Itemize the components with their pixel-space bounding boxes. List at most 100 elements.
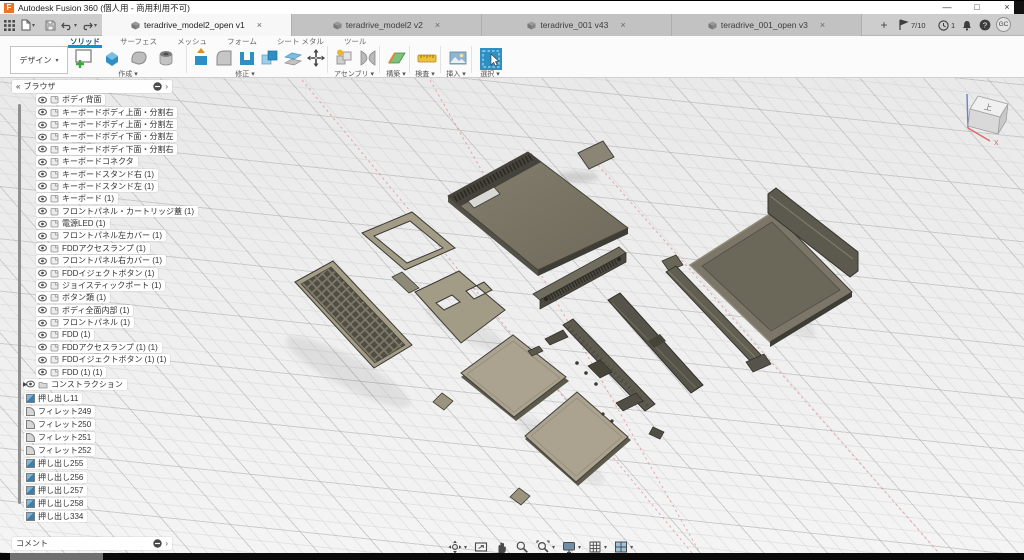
pan-button[interactable] — [495, 540, 508, 554]
workspace-selector[interactable]: デザイン ▾ — [10, 46, 68, 74]
document-tab[interactable]: teradrive_model2_open v1 × — [102, 14, 292, 36]
browser-component-row[interactable]: キーボード (1) — [36, 193, 185, 204]
panel-visibility-icon[interactable] — [153, 82, 162, 91]
data-panel-toggle-icon[interactable] — [4, 17, 15, 33]
file-menu-icon[interactable]: ▾ — [21, 17, 35, 33]
maximize-button[interactable]: □ — [964, 1, 990, 14]
visibility-eye-icon[interactable] — [38, 220, 47, 228]
visibility-eye-icon[interactable] — [38, 121, 47, 129]
browser-feature-row[interactable]: 押し出し257 — [24, 484, 185, 496]
browser-component-row[interactable]: フロントパネル・カートリッジ蓋 (1) — [36, 206, 185, 217]
browser-scrollbar[interactable] — [18, 104, 21, 504]
tab-close-icon[interactable]: × — [257, 20, 262, 30]
tab-close-icon[interactable]: × — [435, 20, 440, 30]
orbit-button[interactable]: ▾ — [448, 540, 467, 554]
visibility-eye-icon[interactable] — [38, 356, 47, 364]
browser-component-row[interactable]: フロントパネル左カバー (1) — [36, 230, 185, 241]
visibility-eye-icon[interactable] — [38, 145, 47, 153]
visibility-eye-icon[interactable] — [38, 257, 47, 265]
bell-icon[interactable] — [962, 17, 972, 33]
browser-component-row[interactable]: キーボードスタンド左 (1) — [36, 181, 185, 192]
browser-component-row[interactable]: 電源LED (1) — [36, 218, 185, 229]
look-at-button[interactable] — [474, 540, 488, 554]
visibility-eye-icon[interactable] — [38, 343, 47, 351]
new-tab-button[interactable]: + — [876, 17, 892, 33]
document-tab[interactable]: teradrive_001_open v3 × — [672, 14, 862, 36]
tab-close-icon[interactable]: × — [620, 20, 625, 30]
browser-component-row[interactable]: キーボードスタンド右 (1) — [36, 168, 185, 179]
visibility-eye-icon[interactable] — [38, 281, 47, 289]
expand-arrow-icon[interactable]: ▶ — [23, 381, 28, 388]
visibility-eye-icon[interactable] — [38, 108, 47, 116]
browser-component-row[interactable]: キーボードコネクタ — [36, 156, 185, 167]
create-sketch-icon[interactable] — [72, 47, 96, 74]
viewports-button[interactable]: ▾ — [614, 540, 633, 554]
minimize-button[interactable]: — — [934, 1, 960, 14]
visibility-eye-icon[interactable] — [38, 96, 47, 104]
help-button[interactable]: ? — [979, 17, 991, 33]
ribbon-tab[interactable]: フォーム — [225, 36, 259, 45]
ribbon-tab[interactable]: ソリッド — [68, 36, 102, 45]
visibility-eye-icon[interactable] — [38, 269, 47, 277]
undo-icon[interactable]: ▾ — [61, 17, 77, 33]
browser-component-row[interactable]: ボディ背面 — [36, 94, 185, 105]
visibility-eye-icon[interactable] — [38, 306, 47, 314]
browser-component-row[interactable]: ジョイスティックポート (1) — [36, 280, 185, 291]
browser-component-row[interactable]: FDDアクセスランプ (1) — [36, 243, 185, 254]
browser-component-row[interactable]: キーボードボディ上面・分割左 — [36, 119, 185, 130]
visibility-eye-icon[interactable] — [38, 133, 47, 141]
grid-settings-button[interactable]: ▾ — [588, 540, 607, 554]
visibility-eye-icon[interactable] — [38, 319, 47, 327]
visibility-eye-icon[interactable] — [38, 244, 47, 252]
browser-feature-row[interactable]: フィレット251 — [24, 432, 185, 444]
ribbon-tab[interactable]: シート メタル — [275, 36, 326, 45]
visibility-eye-icon[interactable] — [38, 294, 47, 302]
zoom-button[interactable] — [515, 540, 529, 554]
redo-icon[interactable]: ▾ — [81, 17, 97, 33]
browser-feature-row[interactable]: 押し出し11 — [24, 392, 185, 404]
browser-feature-row[interactable]: 押し出し255 — [24, 458, 185, 470]
browser-component-row[interactable]: FDD (1) (1) — [36, 366, 185, 377]
avatar[interactable]: GC — [996, 17, 1011, 32]
job-status-badge[interactable]: 7/10 — [898, 17, 926, 33]
browser-component-row[interactable]: キーボードボディ下面・分割左 — [36, 131, 185, 142]
browser-component-row[interactable]: フロントパネル右カバー (1) — [36, 255, 185, 266]
browser-component-row[interactable]: キーボードボディ上面・分割右 — [36, 107, 185, 118]
visibility-eye-icon[interactable] — [38, 182, 47, 190]
panel-toggle-icon[interactable]: › — [165, 539, 168, 548]
browser-panel-header[interactable]: « ブラウザ › — [12, 80, 172, 93]
browser-feature-row[interactable]: 押し出し256 — [24, 471, 185, 483]
browser-component-row[interactable]: FDDイジェクトボタン (1) — [36, 267, 185, 278]
browser-feature-row[interactable]: 押し出し334 — [24, 511, 185, 523]
browser-feature-row[interactable]: フィレット252 — [24, 445, 185, 457]
visibility-eye-icon[interactable] — [38, 158, 47, 166]
fit-button[interactable]: ▾ — [536, 540, 555, 554]
collapse-arrows-icon[interactable]: « — [16, 82, 20, 91]
browser-feature-row[interactable]: フィレット250 — [24, 418, 185, 430]
document-tab[interactable]: teradrive_model2 v2 × — [292, 14, 482, 36]
browser-component-row[interactable]: ボディ全面内部 (1) — [36, 305, 185, 316]
visibility-eye-icon[interactable] — [38, 368, 47, 376]
visibility-eye-icon[interactable] — [38, 195, 47, 203]
browser-component-row[interactable]: フロントパネル (1) — [36, 317, 185, 328]
tab-close-icon[interactable]: × — [820, 20, 825, 30]
browser-component-row[interactable]: キーボードボディ下面・分割右 — [36, 144, 185, 155]
notification-center[interactable]: 1 — [938, 17, 955, 33]
browser-construction-row[interactable]: ▶ コンストラクション — [24, 379, 185, 390]
visibility-eye-icon[interactable] — [38, 170, 47, 178]
visibility-eye-icon[interactable] — [38, 232, 47, 240]
press-pull-icon[interactable] — [190, 47, 212, 74]
browser-component-row[interactable]: FDDアクセスランプ (1) (1) — [36, 342, 185, 353]
ribbon-tab[interactable]: ツール — [342, 36, 369, 45]
visibility-eye-icon[interactable] — [38, 331, 47, 339]
browser-component-row[interactable]: FDDイジェクトボタン (1) (1) — [36, 354, 185, 365]
panel-visibility-icon[interactable] — [153, 539, 162, 548]
browser-feature-row[interactable]: 押し出し258 — [24, 498, 185, 510]
browser-feature-row[interactable]: フィレット249 — [24, 405, 185, 417]
view-cube[interactable]: X 上 — [930, 82, 1024, 152]
panel-toggle-icon[interactable]: › — [165, 82, 168, 91]
document-tab[interactable]: teradrive_001 v43 × — [482, 14, 672, 36]
browser-component-row[interactable]: ボタン類 (1) — [36, 292, 185, 303]
ribbon-tab[interactable]: メッシュ — [175, 36, 209, 45]
offset-face-icon[interactable] — [282, 47, 304, 74]
